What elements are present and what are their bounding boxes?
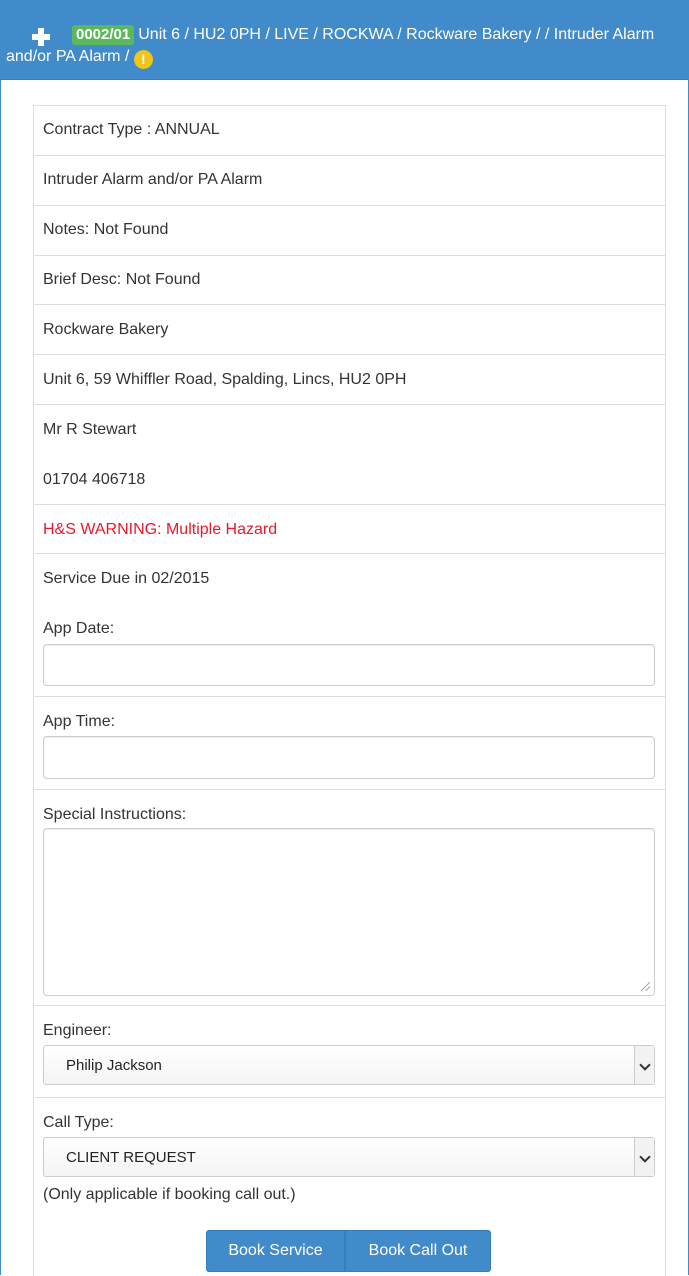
call-type-label: Call Type: (43, 1114, 114, 1131)
brief-description: Brief Desc: Not Found (43, 271, 201, 288)
divider (34, 553, 665, 554)
divider (34, 1097, 665, 1098)
site-address: Unit 6, 59 Whiffler Road, Spalding, Linc… (43, 371, 407, 388)
divider (34, 789, 665, 790)
divider (34, 696, 665, 697)
notes: Notes: Not Found (43, 221, 169, 238)
app-date-label: App Date: (43, 620, 115, 637)
contact-phone: 01704 406718 (43, 471, 146, 488)
customer-name: Rockware Bakery (43, 321, 169, 338)
job-heading: 0002/01 Unit 6 / HU2 0PH / LIVE / ROCKWA … (6, 24, 676, 69)
app-time-input[interactable] (43, 736, 655, 779)
special-instructions-textarea[interactable] (43, 828, 655, 996)
divider (34, 504, 665, 505)
engineer-select[interactable]: Philip Jackson (43, 1045, 655, 1085)
chevron-down-icon[interactable] (634, 1046, 654, 1084)
contract-type: Contract Type : ANNUAL (43, 121, 220, 138)
system-type: Intruder Alarm and/or PA Alarm (43, 171, 263, 188)
service-due: Service Due in 02/2015 (43, 570, 210, 587)
job-number-badge: 0002/01 (72, 25, 135, 45)
divider (34, 1005, 665, 1006)
divider (34, 354, 665, 355)
book-service-button[interactable]: Book Service (206, 1230, 345, 1272)
app-time-label: App Time: (43, 713, 116, 730)
call-type-note: (Only applicable if booking call out.) (43, 1186, 296, 1203)
call-type-selected-value: CLIENT REQUEST (66, 1149, 196, 1166)
book-call-out-button[interactable]: Book Call Out (345, 1230, 491, 1272)
job-panel: 0002/01 Unit 6 / HU2 0PH / LIVE / ROCKWA … (0, 0, 689, 1276)
exclamation-circle-icon: ! (133, 50, 153, 69)
divider (34, 155, 665, 156)
engineer-label: Engineer: (43, 1022, 112, 1039)
engineer-selected-value: Philip Jackson (66, 1057, 162, 1074)
panel-heading: 0002/01 Unit 6 / HU2 0PH / LIVE / ROCKWA … (1, 1, 688, 80)
resize-handle-icon[interactable] (641, 982, 650, 991)
call-type-select[interactable]: CLIENT REQUEST (43, 1137, 655, 1177)
divider (34, 304, 665, 305)
special-instructions-label: Special Instructions: (43, 806, 187, 823)
contact-name: Mr R Stewart (43, 421, 137, 438)
special-instructions-wrapper (34, 828, 665, 996)
divider (34, 404, 665, 405)
app-date-input[interactable] (43, 644, 655, 686)
hs-warning: H&S WARNING: Multiple Hazard (43, 521, 278, 538)
divider (34, 205, 665, 206)
chevron-down-icon[interactable] (634, 1138, 654, 1176)
divider (34, 255, 665, 256)
job-details-list: Contract Type : ANNUAL Intruder Alarm an… (33, 105, 666, 1276)
